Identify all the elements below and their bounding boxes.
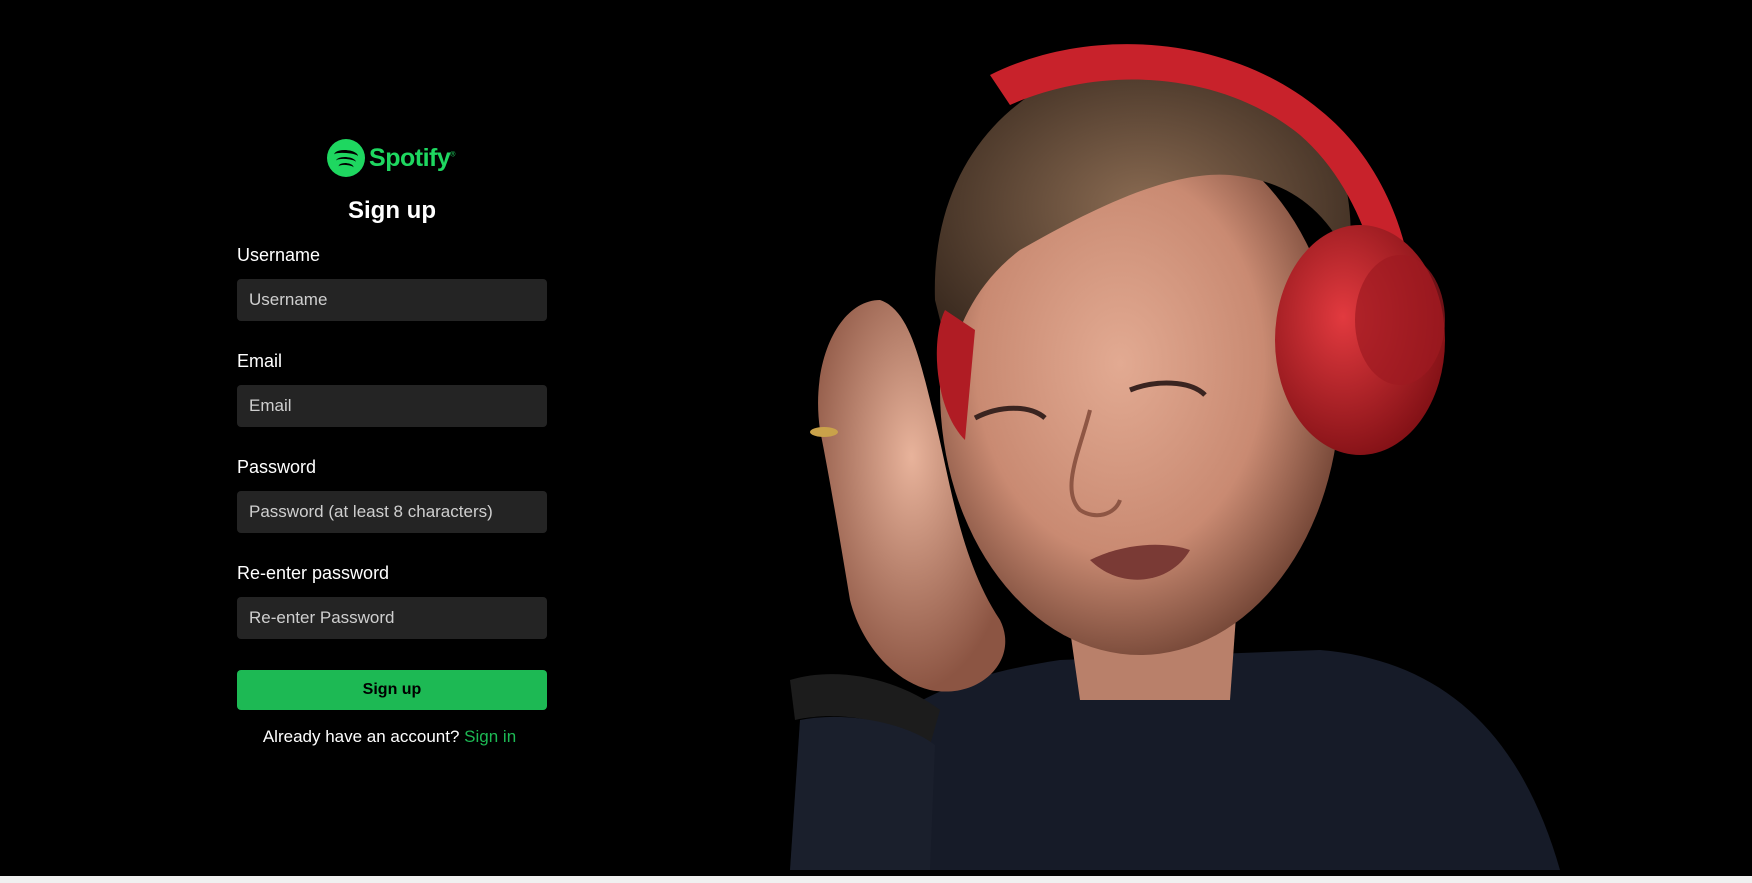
email-input[interactable]	[237, 385, 547, 427]
spotify-logo-icon	[327, 139, 366, 177]
signup-button[interactable]: Sign up	[237, 670, 547, 710]
email-field-group: Email	[237, 350, 547, 427]
email-label: Email	[237, 351, 283, 371]
signin-prompt: Already have an account? Sign in	[237, 727, 547, 747]
password-label: Password	[237, 457, 317, 477]
brand-logo: Spotify®	[235, 138, 547, 178]
username-input[interactable]	[237, 279, 547, 321]
username-field-group: Username	[237, 244, 547, 321]
brand-name: Spotify®	[369, 143, 455, 172]
signin-prompt-text: Already have an account?	[262, 727, 460, 746]
signup-form: Spotify® Sign up Username Email Password…	[237, 138, 547, 747]
reenter-password-field-group: Re-enter password	[237, 562, 547, 639]
signup-page: Spotify® Sign up Username Email Password…	[0, 0, 1752, 883]
reenter-password-label: Re-enter password	[237, 563, 390, 583]
username-label: Username	[237, 245, 321, 265]
bottom-strip	[0, 876, 1752, 883]
password-field-group: Password	[237, 456, 547, 533]
hero-image	[790, 44, 1560, 870]
reenter-password-input[interactable]	[237, 597, 547, 639]
signin-link[interactable]: Sign in	[464, 727, 516, 746]
password-input[interactable]	[237, 491, 547, 533]
page-title: Sign up	[348, 197, 436, 224]
